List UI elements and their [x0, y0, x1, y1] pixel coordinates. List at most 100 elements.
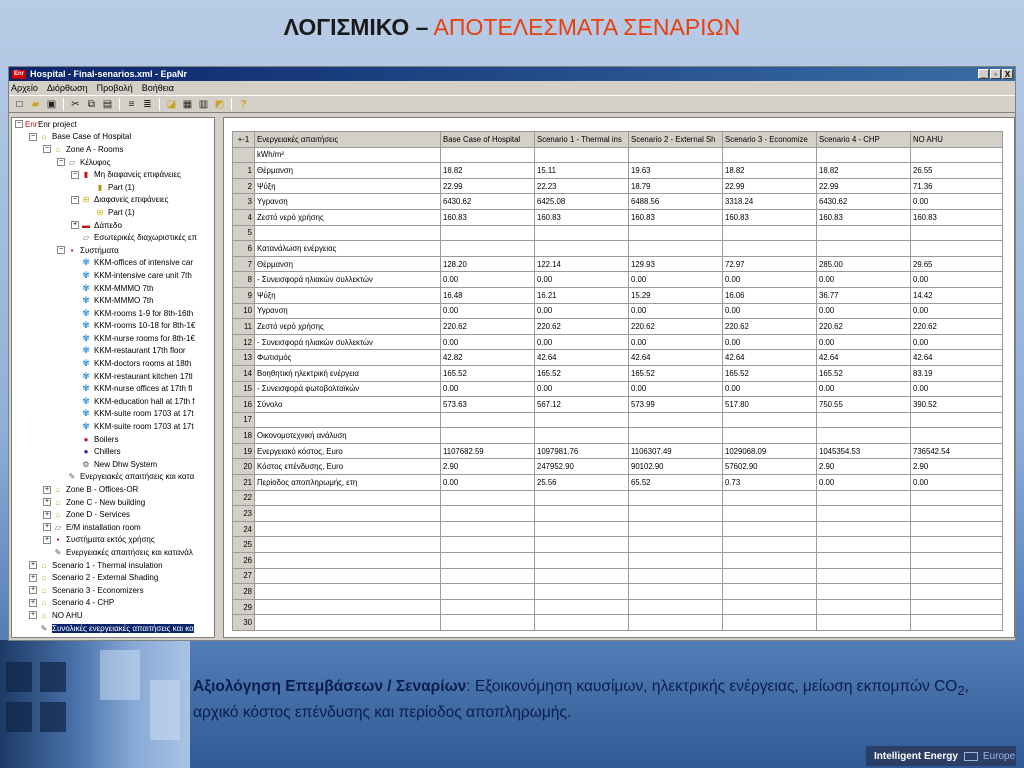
value-cell[interactable]: 160.83	[628, 208, 723, 226]
report-icon[interactable]: ▦	[181, 98, 194, 111]
row-number[interactable]: 17	[232, 411, 255, 429]
grid-column-header[interactable]: NO AHU	[910, 131, 1003, 148]
expand-icon[interactable]: +	[43, 535, 51, 544]
value-cell[interactable]	[534, 240, 629, 257]
value-cell[interactable]: 220.62	[534, 318, 629, 335]
row-number[interactable]: 21	[232, 474, 255, 491]
row-label-cell[interactable]: Ζεστό νερό χρήσης	[254, 318, 441, 335]
tree-item[interactable]: ✾ KKM-restaurant 17th floor	[12, 345, 214, 358]
row-number[interactable]: 27	[232, 567, 255, 585]
value-cell[interactable]	[910, 583, 1003, 600]
value-cell[interactable]: 0.00	[534, 271, 629, 288]
minimize-button[interactable]: _	[978, 69, 989, 79]
value-cell[interactable]: 285.00	[816, 255, 911, 273]
value-cell[interactable]	[816, 536, 911, 554]
value-cell[interactable]: 26.55	[910, 162, 1003, 179]
tree-item[interactable]: − ▱ Κέλυφος	[12, 156, 214, 169]
value-cell[interactable]: 1097981.76	[534, 442, 629, 460]
value-cell[interactable]: 18.79	[628, 177, 723, 195]
value-cell[interactable]	[440, 536, 535, 554]
expand-icon[interactable]: +	[43, 510, 51, 519]
copy-icon[interactable]: ⧉	[85, 98, 98, 111]
value-cell[interactable]	[440, 489, 535, 507]
value-cell[interactable]: 22.99	[722, 177, 817, 195]
value-cell[interactable]	[628, 146, 723, 164]
tree-item[interactable]: + ⌂ Zone D - Services	[12, 508, 214, 521]
value-cell[interactable]	[722, 614, 817, 631]
row-label-cell[interactable]: Θέρμανση	[254, 255, 441, 273]
value-cell[interactable]	[816, 567, 911, 585]
row-number[interactable]: 18	[232, 427, 255, 444]
value-cell[interactable]	[722, 224, 817, 242]
row-label-cell[interactable]: Ψύξη	[254, 286, 441, 304]
row-label-cell[interactable]	[254, 224, 441, 242]
align-left-icon[interactable]: ≡	[125, 98, 138, 111]
row-number[interactable]: 23	[232, 505, 255, 522]
value-cell[interactable]: 220.62	[816, 318, 911, 335]
value-cell[interactable]: 25.56	[534, 474, 629, 491]
grid-column-header[interactable]: Scenario 3 - Economize	[722, 131, 817, 148]
tree-item[interactable]: ✾ KKM-restaurant kitchen 17tl	[12, 370, 214, 383]
row-label-cell[interactable]	[254, 536, 441, 554]
tree-item[interactable]: + ⌂ Zone C - New building	[12, 496, 214, 509]
row-number[interactable]: 30	[232, 614, 255, 631]
value-cell[interactable]	[722, 240, 817, 257]
value-cell[interactable]	[440, 427, 535, 444]
value-cell[interactable]	[722, 505, 817, 522]
row-label-cell[interactable]	[254, 552, 441, 569]
row-label-cell[interactable]: Φωτισμός	[254, 349, 441, 366]
grid-column-header[interactable]: Ενεργειακές απαιτήσεις	[254, 131, 441, 148]
value-cell[interactable]: 128.20	[440, 255, 535, 273]
row-label-cell[interactable]: Ζεστό νερό χρήσης	[254, 208, 441, 226]
row-number[interactable]: 29	[232, 598, 255, 616]
row-label-cell[interactable]: Κόστος επένδυσης, Euro	[254, 458, 441, 476]
value-cell[interactable]	[628, 567, 723, 585]
value-cell[interactable]: 0.00	[816, 380, 911, 398]
value-cell[interactable]	[440, 567, 535, 585]
grid-column-header[interactable]: Base Case of Hospital	[440, 131, 535, 148]
value-cell[interactable]: 0.00	[440, 380, 535, 398]
row-label-cell[interactable]	[254, 489, 441, 507]
value-cell[interactable]	[440, 411, 535, 429]
value-cell[interactable]: 6488.56	[628, 193, 723, 210]
value-cell[interactable]: 18.82	[440, 162, 535, 179]
value-cell[interactable]	[816, 598, 911, 616]
collapse-icon[interactable]: −	[15, 120, 23, 129]
tree-item[interactable]: + ⌂ Scenario 1 - Thermal insulation	[12, 559, 214, 572]
value-cell[interactable]: 567.12	[534, 396, 629, 413]
value-cell[interactable]	[628, 536, 723, 554]
value-cell[interactable]: 15.29	[628, 286, 723, 304]
tree-item[interactable]: ✾ KKM-nurse rooms for 8th-1€	[12, 332, 214, 345]
tree-item[interactable]: ✾ KKM-education hall at 17th f	[12, 395, 214, 408]
menu-view[interactable]: Προβολή	[97, 83, 133, 93]
value-cell[interactable]	[534, 224, 629, 242]
tree-item[interactable]: − ⌂ Zone A - Rooms	[12, 143, 214, 156]
expand-icon[interactable]: +	[29, 573, 37, 582]
value-cell[interactable]	[440, 146, 535, 164]
value-cell[interactable]: 0.00	[534, 380, 629, 398]
value-cell[interactable]	[910, 505, 1003, 522]
grid-column-header[interactable]: Scenario 1 - Thermal ins	[534, 131, 629, 148]
value-cell[interactable]: 2.90	[910, 458, 1003, 476]
value-cell[interactable]	[816, 505, 911, 522]
value-cell[interactable]	[628, 240, 723, 257]
value-cell[interactable]	[910, 536, 1003, 554]
tree-item[interactable]: ✎ Συνολικές ενεργειακές απαιτήσεις και κα	[12, 622, 214, 635]
value-cell[interactable]: 0.00	[722, 302, 817, 320]
value-cell[interactable]: 2.90	[440, 458, 535, 476]
value-cell[interactable]: 390.52	[910, 396, 1003, 413]
tree-item[interactable]: − ⊞ Διαφανείς επιφάνειες	[12, 194, 214, 207]
value-cell[interactable]: 0.00	[628, 302, 723, 320]
value-cell[interactable]: 750.55	[816, 396, 911, 413]
value-cell[interactable]: 0.00	[440, 474, 535, 491]
row-label-cell[interactable]: Υγρανση	[254, 193, 441, 210]
value-cell[interactable]	[722, 536, 817, 554]
value-cell[interactable]	[910, 146, 1003, 164]
value-cell[interactable]: 15.11	[534, 162, 629, 179]
value-cell[interactable]: 16.21	[534, 286, 629, 304]
row-number[interactable]: 15	[232, 380, 255, 398]
value-cell[interactable]	[628, 583, 723, 600]
expand-icon[interactable]: +	[29, 598, 37, 607]
collapse-icon[interactable]: −	[71, 170, 79, 179]
menu-file[interactable]: Αρχείο	[11, 83, 38, 93]
